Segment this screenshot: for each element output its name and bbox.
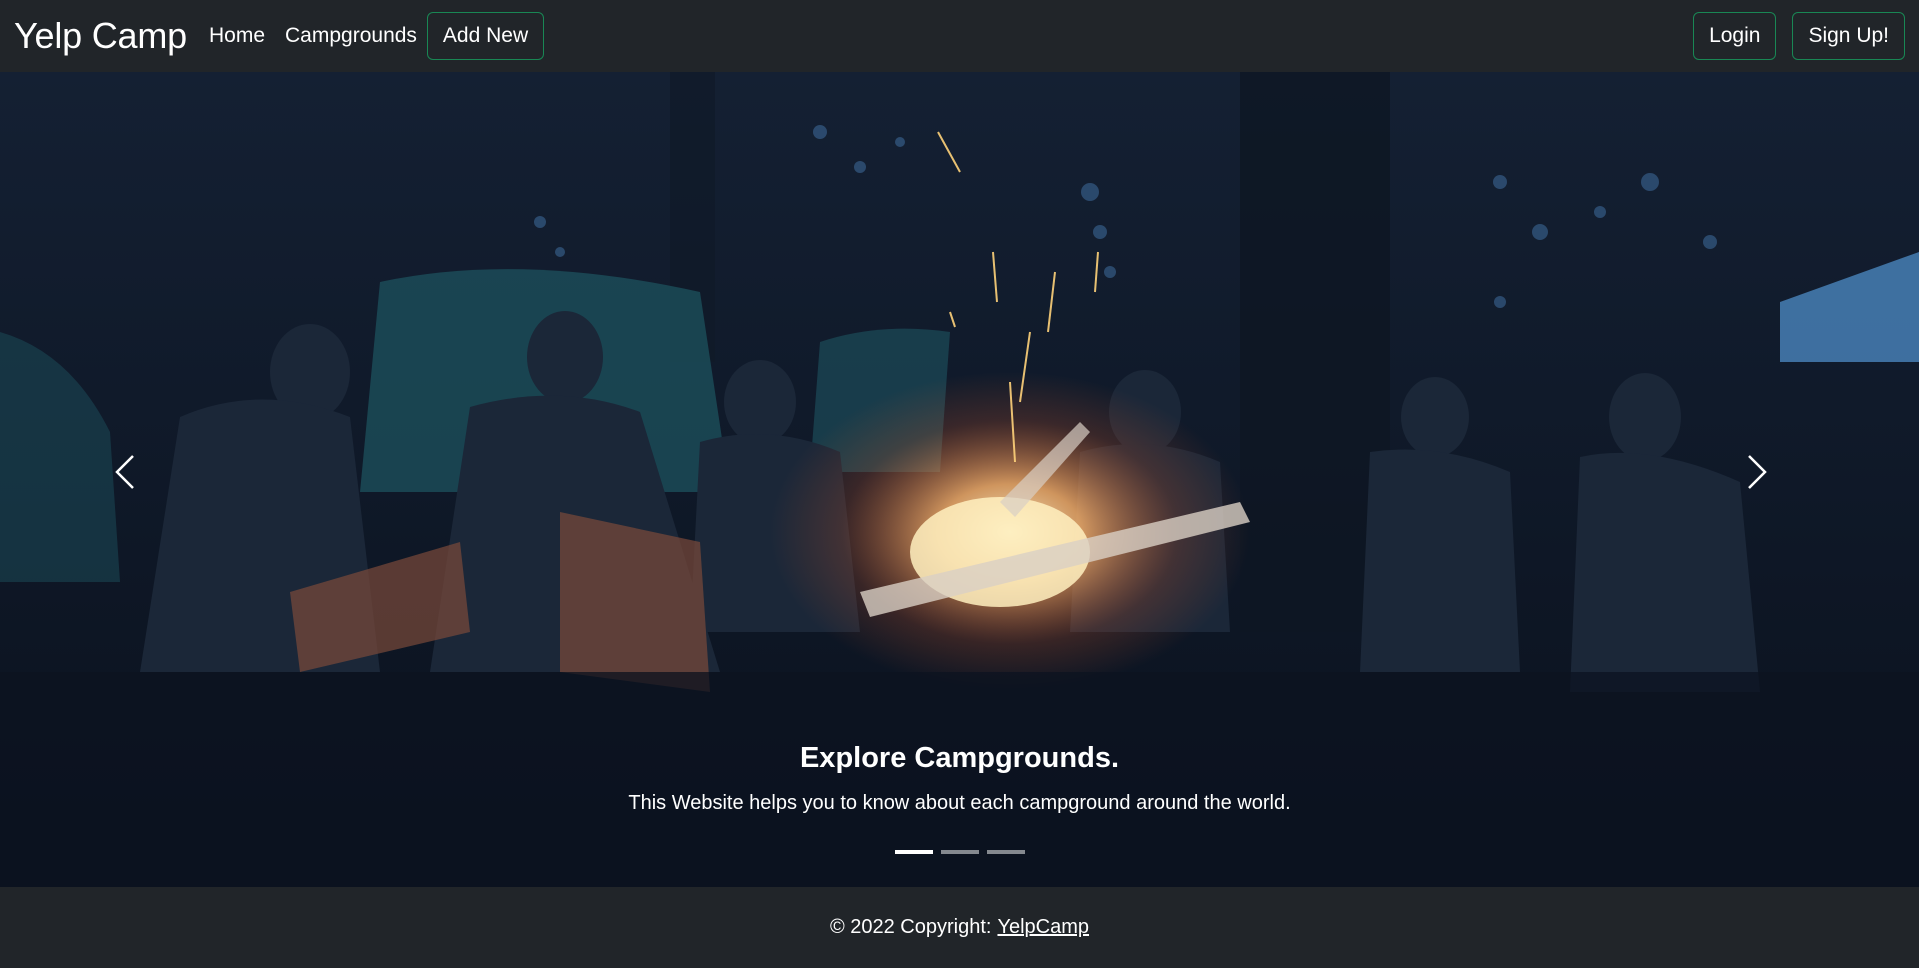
nav-link-campgrounds[interactable]: Campgrounds <box>285 24 417 48</box>
nav-left: Yelp Camp Home Campgrounds Add New <box>14 12 545 60</box>
footer: © 2022 Copyright: YelpCamp <box>0 887 1919 968</box>
carousel-indicator[interactable] <box>940 850 979 854</box>
hero-carousel: Explore Campgrounds. This Website helps … <box>0 72 1919 887</box>
carousel-indicators <box>0 850 1919 854</box>
carousel-indicator[interactable] <box>894 850 933 854</box>
add-new-button[interactable]: Add New <box>426 12 545 60</box>
carousel-next-button[interactable] <box>1745 452 1805 512</box>
nav-link-home[interactable]: Home <box>209 24 265 48</box>
carousel-indicator[interactable] <box>986 850 1025 854</box>
carousel-caption-title: Explore Campgrounds. <box>799 742 1120 774</box>
carousel-caption-text: This Website helps you to know about eac… <box>628 792 1291 814</box>
chevron-right-icon <box>1748 455 1767 489</box>
chevron-left-icon <box>115 455 134 489</box>
copyright-text: © 2022 Copyright: <box>829 916 992 938</box>
carousel-prev-button[interactable] <box>113 452 173 512</box>
login-button[interactable]: Login <box>1693 12 1777 60</box>
nav-right: Login Sign Up! <box>1693 12 1905 60</box>
signup-button[interactable]: Sign Up! <box>1792 12 1905 60</box>
navbar: Yelp Camp Home Campgrounds Add New Login… <box>0 0 1919 72</box>
yelpcamp-link[interactable]: YelpCamp <box>997 916 1089 939</box>
brand-logo[interactable]: Yelp Camp <box>14 15 187 57</box>
